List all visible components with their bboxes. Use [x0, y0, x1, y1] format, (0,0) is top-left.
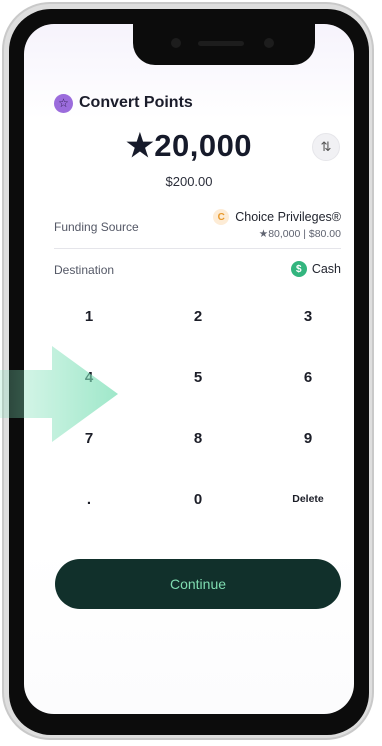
destination-label: Destination: [54, 263, 115, 277]
usd-equivalent: $200.00: [165, 174, 213, 189]
keypad-key-9[interactable]: 9: [263, 416, 353, 460]
keypad-key-1[interactable]: 1: [44, 294, 134, 338]
destination-selector[interactable]: $ Cash: [290, 261, 341, 277]
swap-direction-button[interactable]: ⇅: [312, 133, 340, 161]
funding-source-balance: ★80,000 | $80.00: [258, 228, 341, 240]
phone-notch: [133, 24, 315, 65]
keypad-key-5[interactable]: 5: [153, 355, 243, 399]
swap-arrows-icon: ⇅: [320, 139, 332, 155]
row-divider: [54, 248, 341, 249]
star-badge-icon: ☆: [54, 93, 73, 113]
funding-source-label: Funding Source: [54, 220, 139, 234]
sensor-icon: [264, 38, 274, 48]
front-camera-icon: [171, 38, 181, 48]
cash-icon: $: [290, 261, 307, 277]
screen-header: ☆ Convert Points: [54, 92, 193, 114]
choice-privileges-logo-icon: C: [213, 209, 230, 225]
pointer-arrow-icon: [0, 346, 118, 442]
keypad-key-3[interactable]: 3: [263, 294, 353, 338]
destination-value: Cash: [311, 262, 341, 276]
points-amount: ★20,000: [125, 128, 253, 163]
keypad-key-2[interactable]: 2: [153, 294, 243, 338]
keypad-key-0[interactable]: 0: [153, 477, 243, 521]
page-title: Convert Points: [79, 94, 193, 111]
keypad-delete-button[interactable]: Delete: [263, 477, 353, 521]
keypad-key-decimal[interactable]: .: [44, 477, 134, 521]
keypad-key-6[interactable]: 6: [263, 355, 353, 399]
speaker-grille: [198, 41, 244, 46]
keypad-key-8[interactable]: 8: [153, 416, 243, 460]
continue-button[interactable]: Continue: [55, 559, 341, 609]
funding-source-name: Choice Privileges®: [235, 210, 341, 224]
funding-source-selector[interactable]: C Choice Privileges® ★80,000 | $80.00: [213, 209, 341, 240]
